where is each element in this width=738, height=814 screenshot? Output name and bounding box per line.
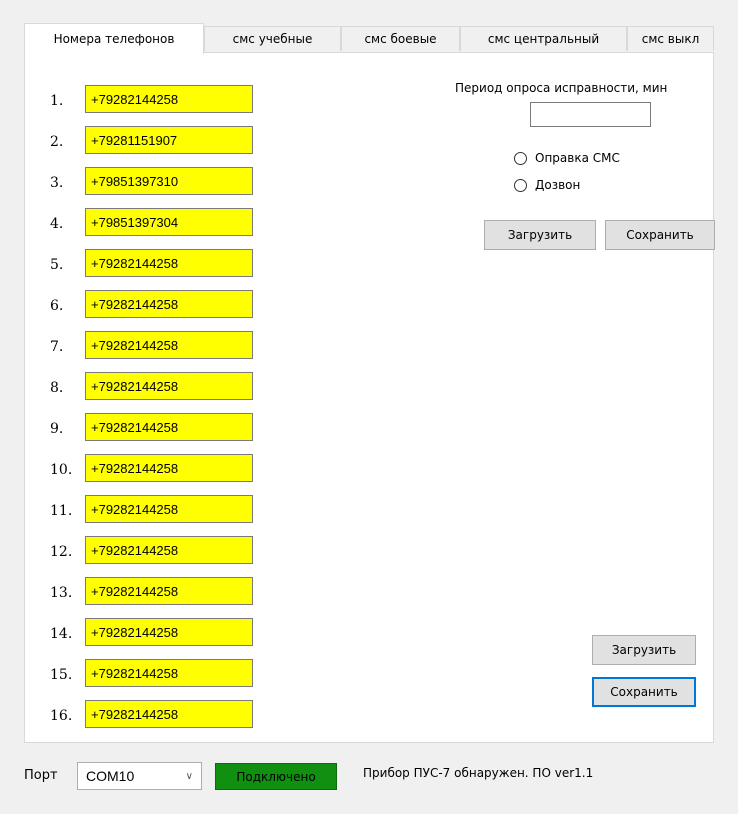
- row-number: 5.: [50, 257, 64, 273]
- row-number: 14.: [50, 626, 73, 642]
- tab-sms-off[interactable]: смс выкл: [627, 26, 714, 51]
- row-number: 11.: [50, 503, 73, 519]
- phone-field-1[interactable]: [85, 85, 253, 113]
- row-number: 4.: [50, 216, 64, 232]
- row-number: 16.: [50, 708, 73, 724]
- poll-period-input[interactable]: [530, 102, 651, 127]
- row-number: 6.: [50, 298, 64, 314]
- row-number: 9.: [50, 421, 64, 437]
- phone-field-15[interactable]: [85, 659, 253, 687]
- radio-call[interactable]: Дозвон: [514, 178, 580, 192]
- load-phones-button[interactable]: Загрузить: [592, 635, 696, 665]
- tab-sms-central[interactable]: смс центральный: [460, 26, 627, 51]
- tab-sms-combat[interactable]: смс боевые: [341, 26, 460, 51]
- phone-field-7[interactable]: [85, 331, 253, 359]
- phone-field-3[interactable]: [85, 167, 253, 195]
- phone-field-10[interactable]: [85, 454, 253, 482]
- row-number: 8.: [50, 380, 64, 396]
- radio-sms[interactable]: Оправка СМС: [514, 151, 620, 165]
- phone-field-9[interactable]: [85, 413, 253, 441]
- row-number: 12.: [50, 544, 73, 560]
- phone-field-5[interactable]: [85, 249, 253, 277]
- row-number: 15.: [50, 667, 73, 683]
- radio-circle-icon: [514, 151, 527, 165]
- chevron-down-icon: ∨: [185, 770, 193, 782]
- load-settings-button[interactable]: Загрузить: [484, 220, 596, 250]
- tab-phone-numbers[interactable]: Номера телефонов: [24, 23, 204, 54]
- radio-circle-icon: [514, 178, 527, 192]
- row-number: 13.: [50, 585, 73, 601]
- poll-period-label: Период опроса исправности, мин: [455, 81, 668, 95]
- save-settings-button[interactable]: Сохранить: [605, 220, 715, 250]
- row-number: 10.: [50, 462, 73, 478]
- tab-sms-training[interactable]: смс учебные: [204, 26, 341, 51]
- port-label: Порт: [24, 768, 58, 783]
- row-number: 2.: [50, 134, 64, 150]
- save-phones-button[interactable]: Сохранить: [592, 677, 696, 707]
- radio-call-label: Дозвон: [535, 178, 581, 192]
- port-select-value: COM10: [86, 768, 135, 784]
- row-number: 1.: [50, 93, 64, 109]
- row-number: 7.: [50, 339, 64, 355]
- port-select[interactable]: COM10 ∨: [77, 762, 202, 790]
- row-number: 3.: [50, 175, 64, 191]
- phone-field-11[interactable]: [85, 495, 253, 523]
- phone-field-14[interactable]: [85, 618, 253, 646]
- radio-sms-label: Оправка СМС: [535, 151, 620, 165]
- connection-status-badge: Подключено: [215, 763, 337, 790]
- phone-field-16[interactable]: [85, 700, 253, 728]
- phone-field-13[interactable]: [85, 577, 253, 605]
- phone-field-8[interactable]: [85, 372, 253, 400]
- phone-field-2[interactable]: [85, 126, 253, 154]
- device-status-text: Прибор ПУС-7 обнаружен. ПО ver1.1: [363, 766, 594, 780]
- phone-field-6[interactable]: [85, 290, 253, 318]
- phone-field-4[interactable]: [85, 208, 253, 236]
- phone-field-12[interactable]: [85, 536, 253, 564]
